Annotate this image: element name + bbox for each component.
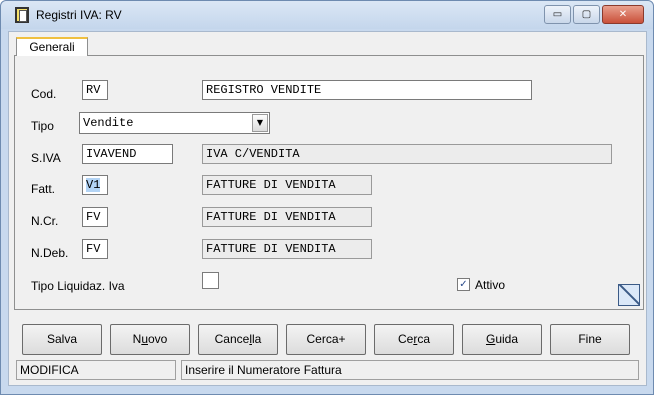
- tipo-liquidaz-label: Tipo Liquidaz. Iva: [31, 279, 125, 293]
- siva-label: S.IVA: [31, 151, 61, 165]
- ndeb-description: FATTURE DI VENDITA: [202, 239, 372, 259]
- cerca-label: Ce: [397, 332, 414, 346]
- cerca-button[interactable]: Cerca: [374, 324, 454, 355]
- fatt-input[interactable]: V1: [82, 175, 108, 195]
- ndeb-label: N.Deb.: [31, 246, 69, 260]
- cancella-label-rest: la: [252, 332, 262, 346]
- cerca-label-rest: ca: [417, 332, 431, 346]
- nuovo-accel: u: [141, 332, 148, 346]
- registri-iva-window: Registri IVA: RV ▭ ▢ ✕ Generali Cod. RV …: [0, 0, 654, 395]
- tipo-liquidaz-checkbox[interactable]: [202, 272, 219, 289]
- fine-button[interactable]: Fine: [550, 324, 630, 355]
- cod-description-input[interactable]: REGISTRO VENDITE: [202, 80, 532, 100]
- cod-label: Cod.: [31, 87, 57, 101]
- ndeb-input[interactable]: FV: [82, 239, 108, 259]
- salva-button[interactable]: Salva: [22, 324, 102, 355]
- registry-book-icon: [15, 7, 29, 23]
- attivo-label: Attivo: [475, 278, 506, 292]
- nuovo-button[interactable]: Nuovo: [110, 324, 190, 355]
- guida-button[interactable]: Guida: [462, 324, 542, 355]
- close-button[interactable]: ✕: [602, 5, 644, 24]
- status-message: Inserire il Numeratore Fattura: [181, 360, 639, 380]
- tab-generali[interactable]: Generali: [16, 37, 88, 56]
- resize-corner-icon[interactable]: [618, 284, 640, 306]
- cancella-button[interactable]: Cancella: [198, 324, 278, 355]
- fatt-description: FATTURE DI VENDITA: [202, 175, 372, 195]
- tipo-selected-value: Vendite: [83, 116, 134, 130]
- ncr-input[interactable]: FV: [82, 207, 108, 227]
- nuovo-label-rest: ovo: [148, 332, 168, 346]
- attivo-checkbox[interactable]: ✓: [457, 278, 470, 291]
- cancella-label: Cance: [214, 332, 250, 346]
- siva-input[interactable]: IVAVEND: [82, 144, 173, 164]
- cerca-plus-button[interactable]: Cerca+: [286, 324, 366, 355]
- cod-input[interactable]: RV: [82, 80, 108, 100]
- window-title: Registri IVA: RV: [36, 8, 122, 22]
- ncr-description: FATTURE DI VENDITA: [202, 207, 372, 227]
- tipo-select[interactable]: Vendite ▼: [79, 112, 270, 134]
- chevron-down-icon[interactable]: ▼: [252, 114, 268, 132]
- status-mode: MODIFICA: [16, 360, 176, 380]
- tipo-label: Tipo: [31, 119, 54, 133]
- minimize-button[interactable]: ▭: [544, 5, 571, 24]
- maximize-button[interactable]: ▢: [573, 5, 600, 24]
- fine-label: Fine: [578, 332, 602, 346]
- window-client-area: Generali Cod. RV REGISTRO VENDITE Tipo V…: [8, 31, 647, 386]
- fatt-input-value: V1: [86, 178, 101, 192]
- cerca-plus-label: Cerca+: [306, 332, 346, 346]
- fatt-label: Fatt.: [31, 182, 56, 196]
- guida-accel: G: [485, 332, 496, 346]
- siva-description: IVA C/VENDITA: [202, 144, 612, 164]
- guida-label-rest: uida: [495, 332, 519, 346]
- ncr-label: N.Cr.: [31, 214, 59, 228]
- nuovo-label: N: [132, 332, 142, 346]
- generali-panel: Cod. RV REGISTRO VENDITE Tipo Vendite ▼ …: [14, 55, 644, 310]
- title-bar[interactable]: Registri IVA: RV ▭ ▢ ✕: [1, 1, 653, 29]
- salva-label: Salva: [46, 332, 78, 346]
